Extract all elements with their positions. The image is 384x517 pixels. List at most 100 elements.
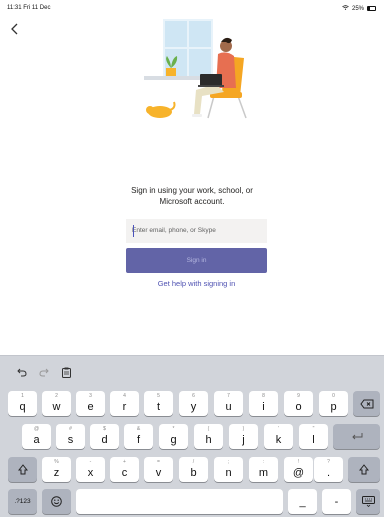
help-signing-in-link[interactable]: Get help with signing in (126, 279, 267, 288)
key-label: h (205, 433, 212, 446)
key-e[interactable]: 3e (76, 391, 105, 416)
key-label: @ (292, 466, 305, 479)
key-hint: ( (207, 426, 210, 432)
key-label: . (326, 466, 331, 479)
key-j[interactable]: ) j (229, 424, 258, 449)
keyboard-hide-icon (361, 496, 375, 507)
key-hint: " (312, 426, 315, 432)
key-label: c (121, 466, 128, 479)
key-l[interactable]: " l (299, 424, 328, 449)
key-label: w (52, 400, 61, 413)
key-hint: ! (297, 459, 300, 465)
key-hint: 8 (262, 393, 265, 399)
key-label: y (190, 400, 197, 413)
key-label: k (275, 433, 282, 446)
key-hint: ; (227, 459, 230, 465)
key-label: t (156, 400, 161, 413)
key-t[interactable]: 5t (144, 391, 173, 416)
redo-icon[interactable] (36, 364, 52, 380)
key-d[interactable]: $ d (90, 424, 119, 449)
emoji-key[interactable] (42, 489, 71, 514)
sign-in-button[interactable]: Sign in (126, 248, 267, 273)
space-bar[interactable] (76, 489, 283, 514)
backspace-key[interactable] (353, 391, 380, 416)
shift-key-left[interactable] (8, 457, 37, 482)
email-input[interactable] (126, 219, 267, 243)
shift-key-right[interactable] (348, 457, 380, 482)
key-label: e (87, 400, 94, 413)
key-label: u (225, 400, 232, 413)
key-label: n (225, 466, 232, 479)
key-h[interactable]: (h (194, 424, 223, 449)
battery-percent: 25% (351, 5, 364, 12)
key-f[interactable]: & f (124, 424, 153, 449)
key-q[interactable]: 1q (8, 391, 37, 416)
key-hint: 0 (332, 393, 335, 399)
key-hint: + (123, 459, 126, 465)
key-label: g (170, 433, 177, 446)
key-w[interactable]: 2w (42, 391, 71, 416)
return-icon (351, 433, 362, 440)
key-n[interactable]: ; n (214, 457, 243, 482)
key-hint: ) (242, 426, 245, 432)
key-hint: * (172, 426, 175, 432)
key-hint: # (69, 426, 72, 432)
key-label: x (87, 466, 94, 479)
key-period[interactable]: ?. (314, 457, 343, 482)
key-y[interactable]: 6y (179, 391, 208, 416)
wifi-icon (342, 5, 349, 12)
key-o[interactable]: 9o (284, 391, 313, 416)
key-hint: 9 (297, 393, 300, 399)
back-button[interactable] (6, 20, 24, 38)
status-indicators: 25% (342, 5, 376, 12)
key-label: f (136, 433, 141, 446)
key-z[interactable]: % z (42, 457, 71, 482)
key-at[interactable]: ! @ (284, 457, 313, 482)
key-dash[interactable]: - (322, 489, 351, 514)
dismiss-keyboard-key[interactable] (356, 489, 380, 514)
key-underscore[interactable]: _ (288, 489, 317, 514)
key-c[interactable]: + c (110, 457, 139, 482)
key-hint: $ (103, 426, 106, 432)
chevron-left-icon (11, 23, 18, 35)
text-cursor (133, 225, 134, 237)
key-a[interactable]: @ a (22, 424, 51, 449)
key-x[interactable]: -x (76, 457, 105, 482)
key-hint: : (262, 459, 265, 465)
key-label: p (330, 400, 337, 413)
key-hint: / (192, 459, 195, 465)
key-label: r (122, 400, 127, 413)
return-key[interactable] (333, 424, 380, 449)
key-hint: ' (278, 426, 279, 432)
key-label: z (53, 466, 60, 479)
key-label: b (190, 466, 197, 479)
key-r[interactable]: 4r (110, 391, 139, 416)
paste-icon[interactable] (58, 364, 74, 380)
key-label: q (19, 400, 26, 413)
key-p[interactable]: 0p (319, 391, 348, 416)
key-m[interactable]: :m (249, 457, 278, 482)
key-g[interactable]: * g (159, 424, 188, 449)
key-hint: & (136, 426, 141, 432)
keyboard-toolbar (0, 356, 384, 388)
key-s[interactable]: # s (56, 424, 85, 449)
key-hint: 5 (157, 393, 160, 399)
emoji-icon (51, 496, 62, 507)
numbers-key[interactable]: .?123 (8, 489, 37, 514)
sign-in-prompt: Sign in using your work, school, or Micr… (110, 185, 274, 207)
key-hint: 3 (89, 393, 92, 399)
shift-icon (17, 464, 28, 475)
key-label: a (33, 433, 40, 446)
key-hint: 7 (227, 393, 230, 399)
key-hint: 4 (123, 393, 126, 399)
key-hint: @ (33, 426, 40, 432)
key-k[interactable]: ' k (264, 424, 293, 449)
key-label: o (295, 400, 302, 413)
key-v[interactable]: = v (144, 457, 173, 482)
key-i[interactable]: 8i (249, 391, 278, 416)
undo-icon[interactable] (14, 364, 30, 380)
key-hint: - (89, 459, 92, 465)
key-u[interactable]: 7u (214, 391, 243, 416)
key-hint: = (157, 459, 160, 465)
key-b[interactable]: / b (179, 457, 208, 482)
